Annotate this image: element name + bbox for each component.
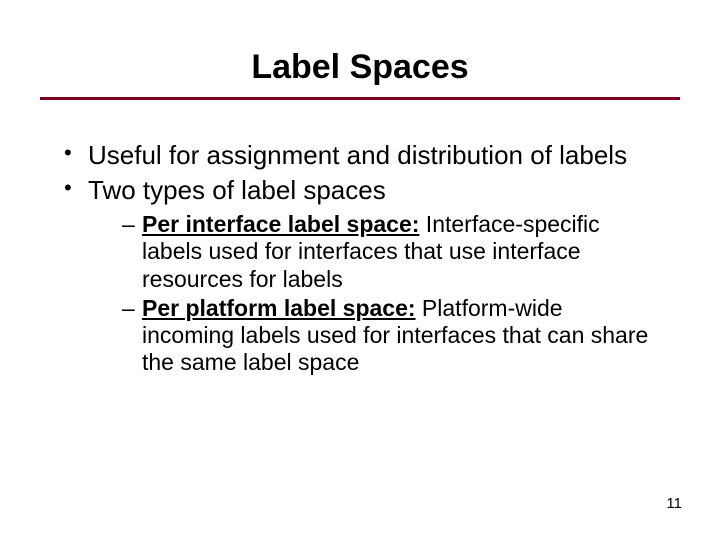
bullet-list-level2: Per interface label space: Interface-spe… xyxy=(88,211,660,376)
sub-bullet-item: Per platform label space: Platform-wide … xyxy=(122,295,660,376)
bullet-list-level1: Useful for assignment and distribution o… xyxy=(60,140,660,376)
bullet-text: Two types of label spaces xyxy=(88,175,386,205)
title-wrap: Label Spaces xyxy=(0,0,720,91)
bullet-text: Useful for assignment and distribution o… xyxy=(88,140,627,170)
sub-bullet-item: Per interface label space: Interface-spe… xyxy=(122,211,660,292)
page-number: 11 xyxy=(666,495,682,512)
title-underline xyxy=(40,97,680,100)
bullet-item: Two types of label spaces Per interface … xyxy=(60,175,660,376)
sub-bullet-lead: Per interface label space: xyxy=(142,211,419,237)
slide: Label Spaces Useful for assignment and d… xyxy=(0,0,720,540)
content-area: Useful for assignment and distribution o… xyxy=(60,140,660,376)
slide-title: Label Spaces xyxy=(251,48,468,91)
sub-bullet-lead: Per platform label space: xyxy=(142,295,416,321)
bullet-item: Useful for assignment and distribution o… xyxy=(60,140,660,171)
